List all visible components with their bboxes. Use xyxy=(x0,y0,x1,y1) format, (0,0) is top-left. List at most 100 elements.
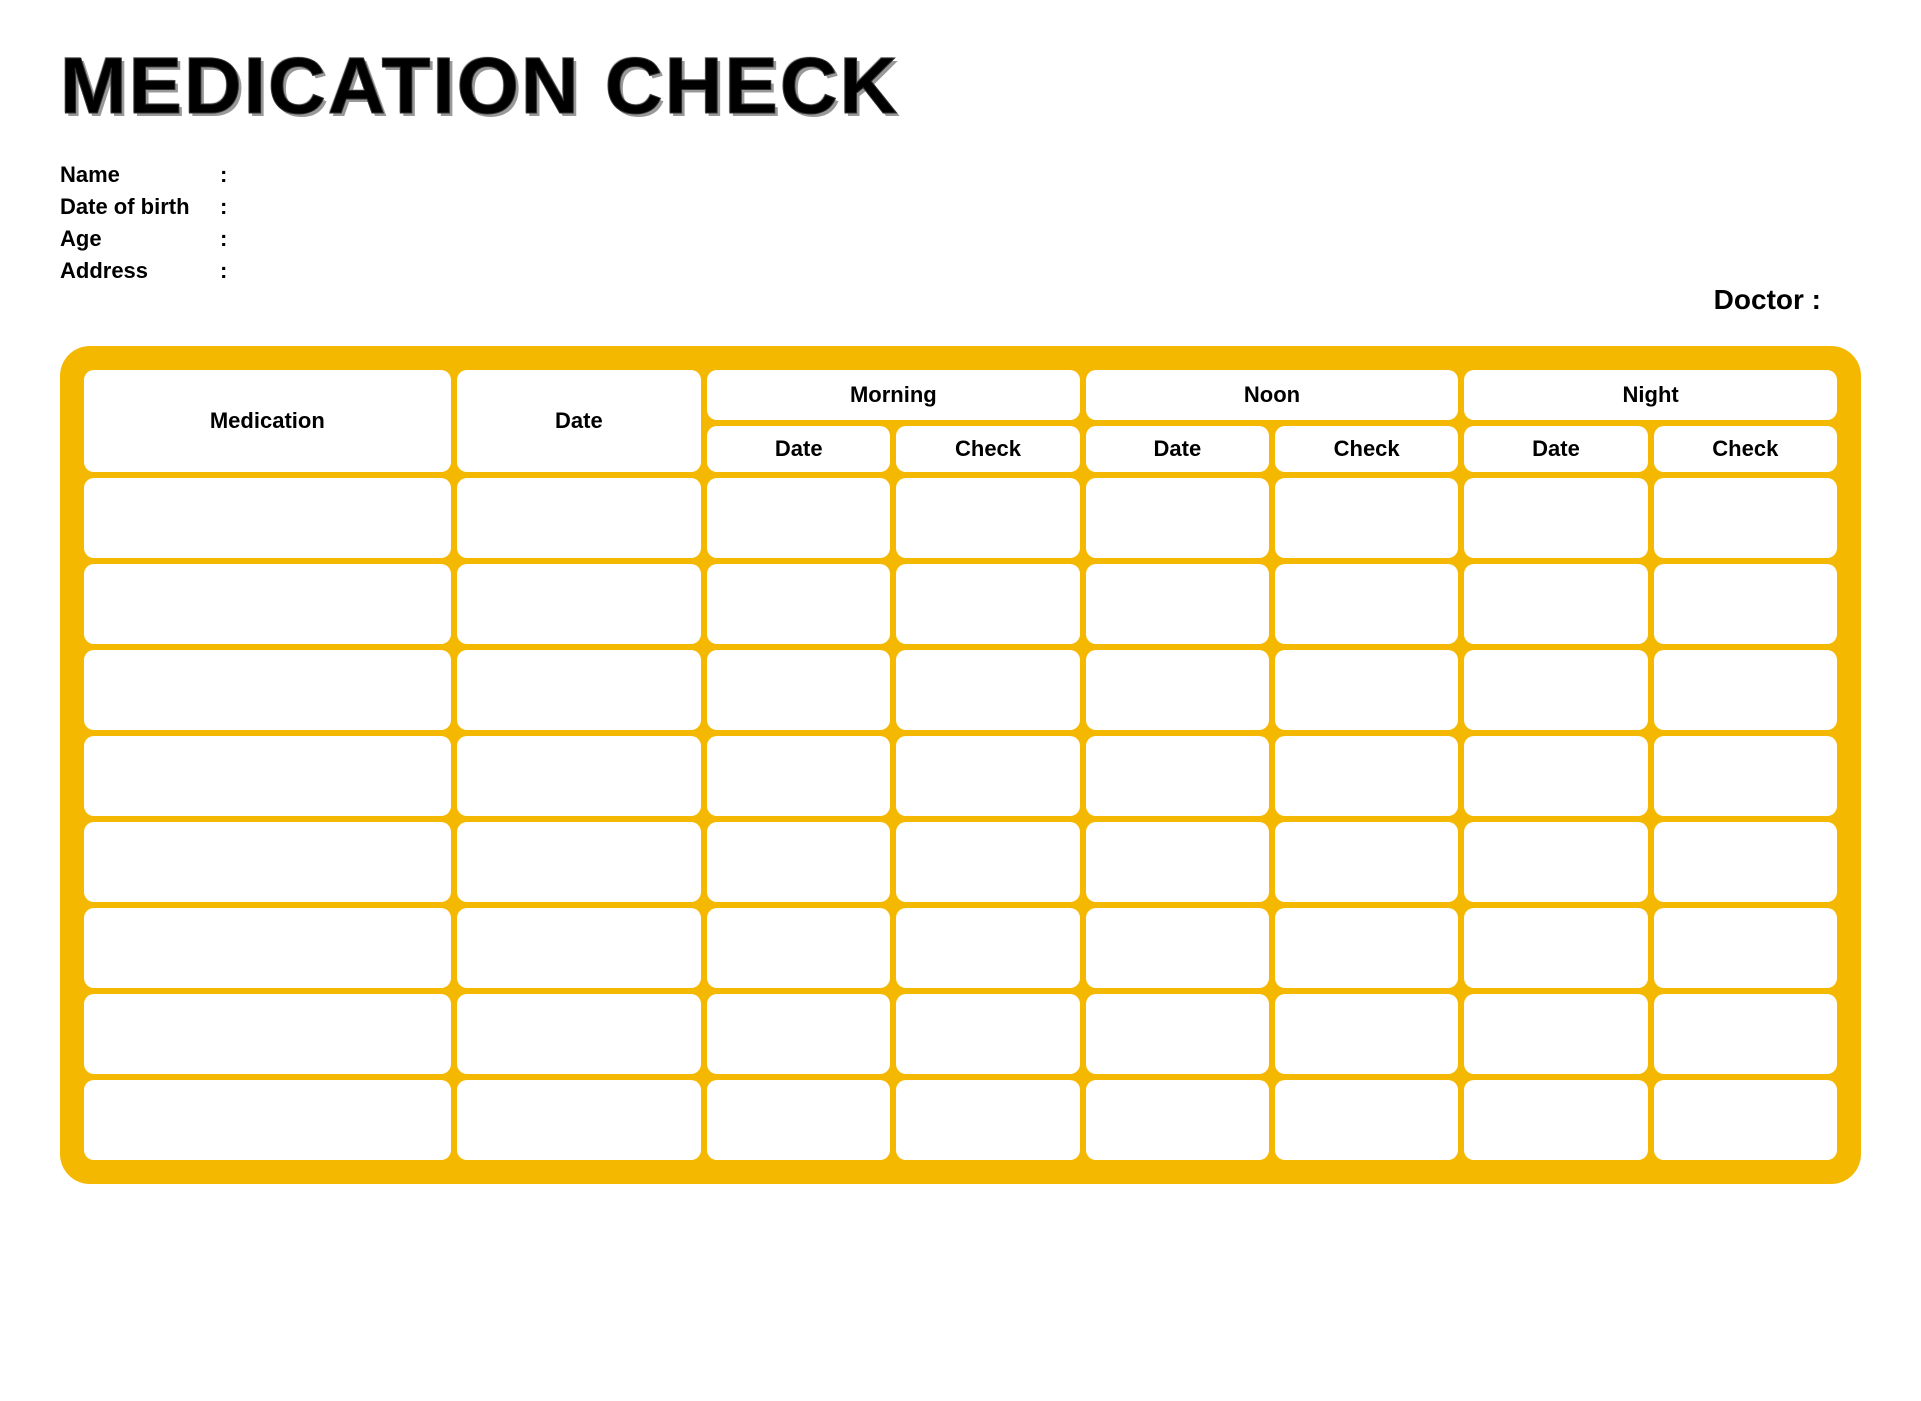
name-value xyxy=(240,162,1861,188)
table-cell[interactable] xyxy=(1464,822,1647,902)
header-night-check: Check xyxy=(1654,426,1837,472)
table-cell[interactable] xyxy=(1654,478,1837,558)
table-cell[interactable] xyxy=(1086,564,1269,644)
table-cell[interactable] xyxy=(896,1080,1079,1160)
table-cell[interactable] xyxy=(1275,564,1458,644)
table-cell[interactable] xyxy=(1275,994,1458,1074)
header-night: Night xyxy=(1464,370,1837,420)
table-row xyxy=(84,564,1837,644)
table-row xyxy=(84,478,1837,558)
table-cell[interactable] xyxy=(896,994,1079,1074)
header-noon-date: Date xyxy=(1086,426,1269,472)
table-row xyxy=(84,736,1837,816)
address-label: Address xyxy=(60,258,220,284)
dob-colon: : xyxy=(220,194,240,220)
header-morning-check: Check xyxy=(896,426,1079,472)
table-cell[interactable] xyxy=(896,908,1079,988)
table-cell[interactable] xyxy=(896,478,1079,558)
table-cell[interactable] xyxy=(457,908,701,988)
table-cell[interactable] xyxy=(1464,908,1647,988)
table-cell[interactable] xyxy=(1086,908,1269,988)
table-cell[interactable] xyxy=(1464,736,1647,816)
table-row xyxy=(84,822,1837,902)
name-label: Name xyxy=(60,162,220,188)
table-cell[interactable] xyxy=(84,736,451,816)
table-container: Medication Date Morning Noon Night Date … xyxy=(60,346,1861,1184)
table-cell[interactable] xyxy=(707,564,890,644)
table-cell[interactable] xyxy=(1086,736,1269,816)
table-cell[interactable] xyxy=(1654,994,1837,1074)
header-noon: Noon xyxy=(1086,370,1459,420)
table-row xyxy=(84,650,1837,730)
table-row xyxy=(84,1080,1837,1160)
table-cell[interactable] xyxy=(1654,1080,1837,1160)
table-cell[interactable] xyxy=(896,564,1079,644)
table-cell[interactable] xyxy=(707,1080,890,1160)
table-cell[interactable] xyxy=(1086,650,1269,730)
table-cell[interactable] xyxy=(1654,650,1837,730)
table-cell[interactable] xyxy=(896,822,1079,902)
dob-label: Date of birth xyxy=(60,194,220,220)
header-medication: Medication xyxy=(84,370,451,472)
address-colon: : xyxy=(220,258,240,284)
table-cell[interactable] xyxy=(707,908,890,988)
table-cell[interactable] xyxy=(1654,564,1837,644)
table-cell[interactable] xyxy=(707,650,890,730)
table-cell[interactable] xyxy=(84,994,451,1074)
name-colon: : xyxy=(220,162,240,188)
table-row xyxy=(84,908,1837,988)
table-cell[interactable] xyxy=(84,1080,451,1160)
table-cell[interactable] xyxy=(457,650,701,730)
age-colon: : xyxy=(220,226,240,252)
table-row xyxy=(84,994,1837,1074)
medication-table: Medication Date Morning Noon Night Date … xyxy=(78,364,1843,1166)
table-cell[interactable] xyxy=(1654,822,1837,902)
table-cell[interactable] xyxy=(707,994,890,1074)
table-cell[interactable] xyxy=(1464,564,1647,644)
doctor-label: Doctor : xyxy=(1714,284,1821,316)
table-cell[interactable] xyxy=(1654,736,1837,816)
table-cell[interactable] xyxy=(457,736,701,816)
table-cell[interactable] xyxy=(84,650,451,730)
table-cell[interactable] xyxy=(1275,736,1458,816)
table-cell[interactable] xyxy=(1086,822,1269,902)
table-cell[interactable] xyxy=(896,650,1079,730)
age-value xyxy=(240,226,1861,252)
table-cell[interactable] xyxy=(457,822,701,902)
table-cell[interactable] xyxy=(1275,650,1458,730)
table-cell[interactable] xyxy=(457,478,701,558)
table-cell[interactable] xyxy=(1464,478,1647,558)
table-cell[interactable] xyxy=(1275,478,1458,558)
table-cell[interactable] xyxy=(84,822,451,902)
table-cell[interactable] xyxy=(1275,822,1458,902)
table-cell[interactable] xyxy=(1275,1080,1458,1160)
table-cell[interactable] xyxy=(1464,994,1647,1074)
table-cell[interactable] xyxy=(1086,1080,1269,1160)
table-body xyxy=(84,478,1837,1160)
doctor-row: Doctor : xyxy=(60,284,1861,316)
table-cell[interactable] xyxy=(1086,994,1269,1074)
table-cell[interactable] xyxy=(1275,908,1458,988)
table-cell[interactable] xyxy=(1464,650,1647,730)
dob-value xyxy=(240,194,1861,220)
table-cell[interactable] xyxy=(84,478,451,558)
table-cell[interactable] xyxy=(1464,1080,1647,1160)
table-cell[interactable] xyxy=(457,1080,701,1160)
age-label: Age xyxy=(60,226,220,252)
header-morning-date: Date xyxy=(707,426,890,472)
table-cell[interactable] xyxy=(707,736,890,816)
table-cell[interactable] xyxy=(707,478,890,558)
top-header-row: Medication Date Morning Noon Night xyxy=(84,370,1837,420)
page-title: MEDICATION CHECK xyxy=(60,40,1861,132)
table-cell[interactable] xyxy=(457,994,701,1074)
address-value xyxy=(240,258,1861,284)
table-cell[interactable] xyxy=(84,564,451,644)
table-cell[interactable] xyxy=(707,822,890,902)
table-cell[interactable] xyxy=(1086,478,1269,558)
table-cell[interactable] xyxy=(1654,908,1837,988)
table-cell[interactable] xyxy=(896,736,1079,816)
patient-info: Name : Date of birth : Age : Address : xyxy=(60,162,1861,284)
table-cell[interactable] xyxy=(84,908,451,988)
header-noon-check: Check xyxy=(1275,426,1458,472)
table-cell[interactable] xyxy=(457,564,701,644)
